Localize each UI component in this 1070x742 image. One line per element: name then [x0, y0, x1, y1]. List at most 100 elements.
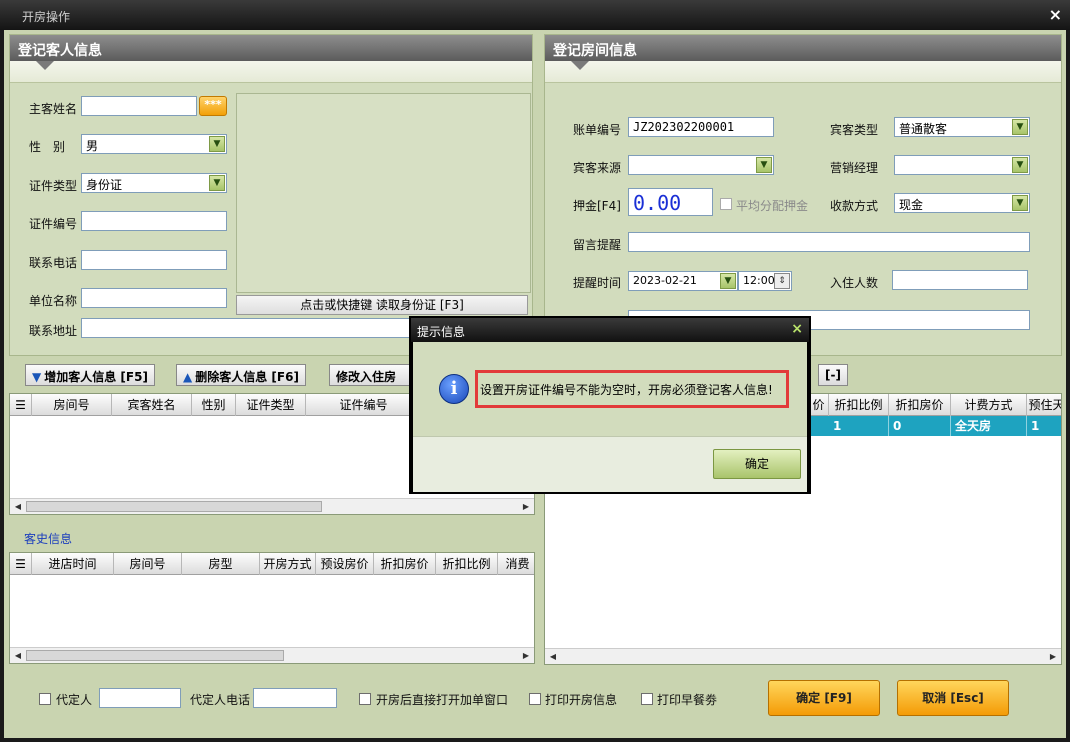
room-panel-title: 登记房间信息: [545, 35, 1061, 61]
chevron-down-icon[interactable]: ▼: [1012, 157, 1028, 173]
history-col-discount-ratio[interactable]: 折扣比例: [436, 553, 498, 575]
masked-button[interactable]: ***: [199, 96, 227, 116]
history-col-room[interactable]: 房间号: [114, 553, 182, 575]
collapse-label: [-]: [825, 368, 841, 382]
history-col-mode[interactable]: 开房方式: [260, 553, 316, 575]
scroll-right-icon[interactable]: ▶: [518, 648, 534, 663]
gender-label: 性 别: [29, 140, 66, 154]
source-select[interactable]: ▼: [628, 155, 774, 175]
gender-select[interactable]: 男 ▼: [81, 134, 227, 154]
company-input[interactable]: [81, 288, 227, 308]
persons-input[interactable]: [892, 270, 1028, 290]
name-input[interactable]: [81, 96, 197, 116]
bill-input[interactable]: JZ202302200001: [628, 117, 774, 137]
split-deposit-checkbox[interactable]: [720, 198, 732, 210]
guest-panel-subbar: [10, 61, 532, 83]
guest-col-name[interactable]: 宾客姓名: [112, 394, 192, 416]
scroll-right-icon[interactable]: ▶: [1045, 649, 1061, 664]
remind-date-select[interactable]: 2023-02-21 ▼: [628, 271, 738, 291]
print-breakfast-checkbox[interactable]: [641, 693, 653, 705]
chevron-down-icon[interactable]: ▼: [209, 136, 225, 152]
phone-label: 联系电话: [29, 256, 78, 270]
chevron-up-icon: ▲: [183, 370, 193, 384]
agent-phone-input[interactable]: [253, 688, 337, 708]
delete-guest-button[interactable]: ▲ 删除客人信息 [F6]: [176, 364, 306, 386]
delete-guest-label: 删除客人信息 [F6]: [195, 370, 299, 384]
confirm-button[interactable]: 确定 [F9]: [768, 680, 880, 716]
remind-date-value: 2023-02-21: [633, 274, 697, 287]
room-col-billing[interactable]: 计费方式: [951, 394, 1027, 416]
history-scrollbar[interactable]: ◀ ▶: [10, 647, 534, 663]
agent-phone-label: 代定人电话: [190, 693, 251, 707]
add-guest-label: 增加客人信息 [F5]: [44, 370, 148, 384]
modify-room-label: 修改入住房: [336, 370, 397, 384]
print-open-checkbox[interactable]: [529, 693, 541, 705]
grid-menu-icon[interactable]: ☰: [10, 394, 32, 416]
row-cell-price: 0: [889, 416, 951, 436]
collapse-button[interactable]: [-]: [818, 364, 848, 386]
agent-label: 代定人: [56, 693, 93, 707]
guest-col-room[interactable]: 房间号: [32, 394, 112, 416]
guest-col-idtype[interactable]: 证件类型: [236, 394, 306, 416]
spin-icon[interactable]: ⇕: [774, 273, 790, 289]
cancel-button[interactable]: 取消 [Esc]: [897, 680, 1009, 716]
phone-input[interactable]: [81, 250, 227, 270]
history-col-time[interactable]: 进店时间: [32, 553, 114, 575]
modify-room-button[interactable]: 修改入住房: [329, 364, 411, 386]
ok-button[interactable]: 确定: [713, 449, 801, 479]
scroll-thumb[interactable]: [26, 650, 284, 661]
room-panel-subbar: [545, 61, 1061, 83]
close-icon[interactable]: ×: [1049, 5, 1062, 24]
history-col-discount-price[interactable]: 折扣房价: [374, 553, 436, 575]
close-icon[interactable]: ×: [791, 321, 803, 337]
scroll-right-icon[interactable]: ▶: [518, 499, 534, 514]
agent-checkbox[interactable]: [39, 693, 51, 705]
chevron-down-icon[interactable]: ▼: [209, 175, 225, 191]
room-col-price[interactable]: 价: [809, 394, 829, 416]
deposit-input[interactable]: 0.00: [628, 188, 713, 216]
room-col-discount-price[interactable]: 折扣房价: [889, 394, 951, 416]
idtype-select[interactable]: 身份证 ▼: [81, 173, 227, 193]
room-col-discount-ratio[interactable]: 折扣比例: [829, 394, 889, 416]
remind-time-spinner[interactable]: 12:00 ⇕: [738, 271, 792, 291]
room-grid-scrollbar[interactable]: ◀ ▶: [545, 648, 1061, 664]
chevron-down-icon[interactable]: ▼: [1012, 119, 1028, 135]
note-input[interactable]: [628, 232, 1030, 252]
history-col-spend[interactable]: 消费: [498, 553, 534, 575]
chevron-down-icon[interactable]: ▼: [756, 157, 772, 173]
dialog-footer: 确定: [413, 436, 807, 492]
idno-input[interactable]: [81, 211, 227, 231]
chevron-down-icon[interactable]: ▼: [720, 273, 736, 289]
scroll-left-icon[interactable]: ◀: [545, 649, 561, 664]
deposit-label: 押金[F4]: [573, 199, 621, 213]
scroll-left-icon[interactable]: ◀: [10, 499, 26, 514]
pay-select[interactable]: 现金 ▼: [894, 193, 1030, 213]
scroll-left-icon[interactable]: ◀: [10, 648, 26, 663]
history-grid: ☰ 进店时间 房间号 房型 开房方式 预设房价 折扣房价 折扣比例 消费 ◀ ▶: [9, 552, 535, 664]
id-photo-area: [236, 93, 531, 293]
room-grid-row[interactable]: 1 0 全天房 1: [809, 416, 1061, 436]
info-icon: i: [439, 374, 469, 404]
agent-input[interactable]: [99, 688, 181, 708]
read-id-button[interactable]: 点击或快捷键 读取身份证 [F3]: [236, 295, 528, 315]
row-cell-days: 1: [1027, 416, 1061, 436]
grid-menu-icon[interactable]: ☰: [10, 553, 32, 575]
manager-select[interactable]: ▼: [894, 155, 1030, 175]
room-col-days[interactable]: 预住天: [1027, 394, 1061, 416]
history-col-type[interactable]: 房型: [182, 553, 260, 575]
dialog-body: i 设置开房证件编号不能为空时，开房必须登记客人信息!: [413, 342, 807, 436]
guest-grid-scrollbar[interactable]: ◀ ▶: [10, 498, 534, 514]
guest-type-value: 普通散客: [899, 122, 948, 136]
add-guest-button[interactable]: ▼ 增加客人信息 [F5]: [25, 364, 155, 386]
history-col-preset[interactable]: 预设房价: [316, 553, 374, 575]
history-grid-header: ☰ 进店时间 房间号 房型 开房方式 预设房价 折扣房价 折扣比例 消费: [10, 553, 534, 575]
source-label: 宾客来源: [573, 161, 622, 175]
guest-type-select[interactable]: 普通散客 ▼: [894, 117, 1030, 137]
guest-col-gender[interactable]: 性别: [192, 394, 236, 416]
guest-col-idno[interactable]: 证件编号: [306, 394, 422, 416]
note-label: 留言提醒: [573, 238, 622, 252]
split-deposit-label: 平均分配押金: [736, 199, 809, 213]
open-bill-checkbox[interactable]: [359, 693, 371, 705]
chevron-down-icon[interactable]: ▼: [1012, 195, 1028, 211]
scroll-thumb[interactable]: [26, 501, 322, 512]
